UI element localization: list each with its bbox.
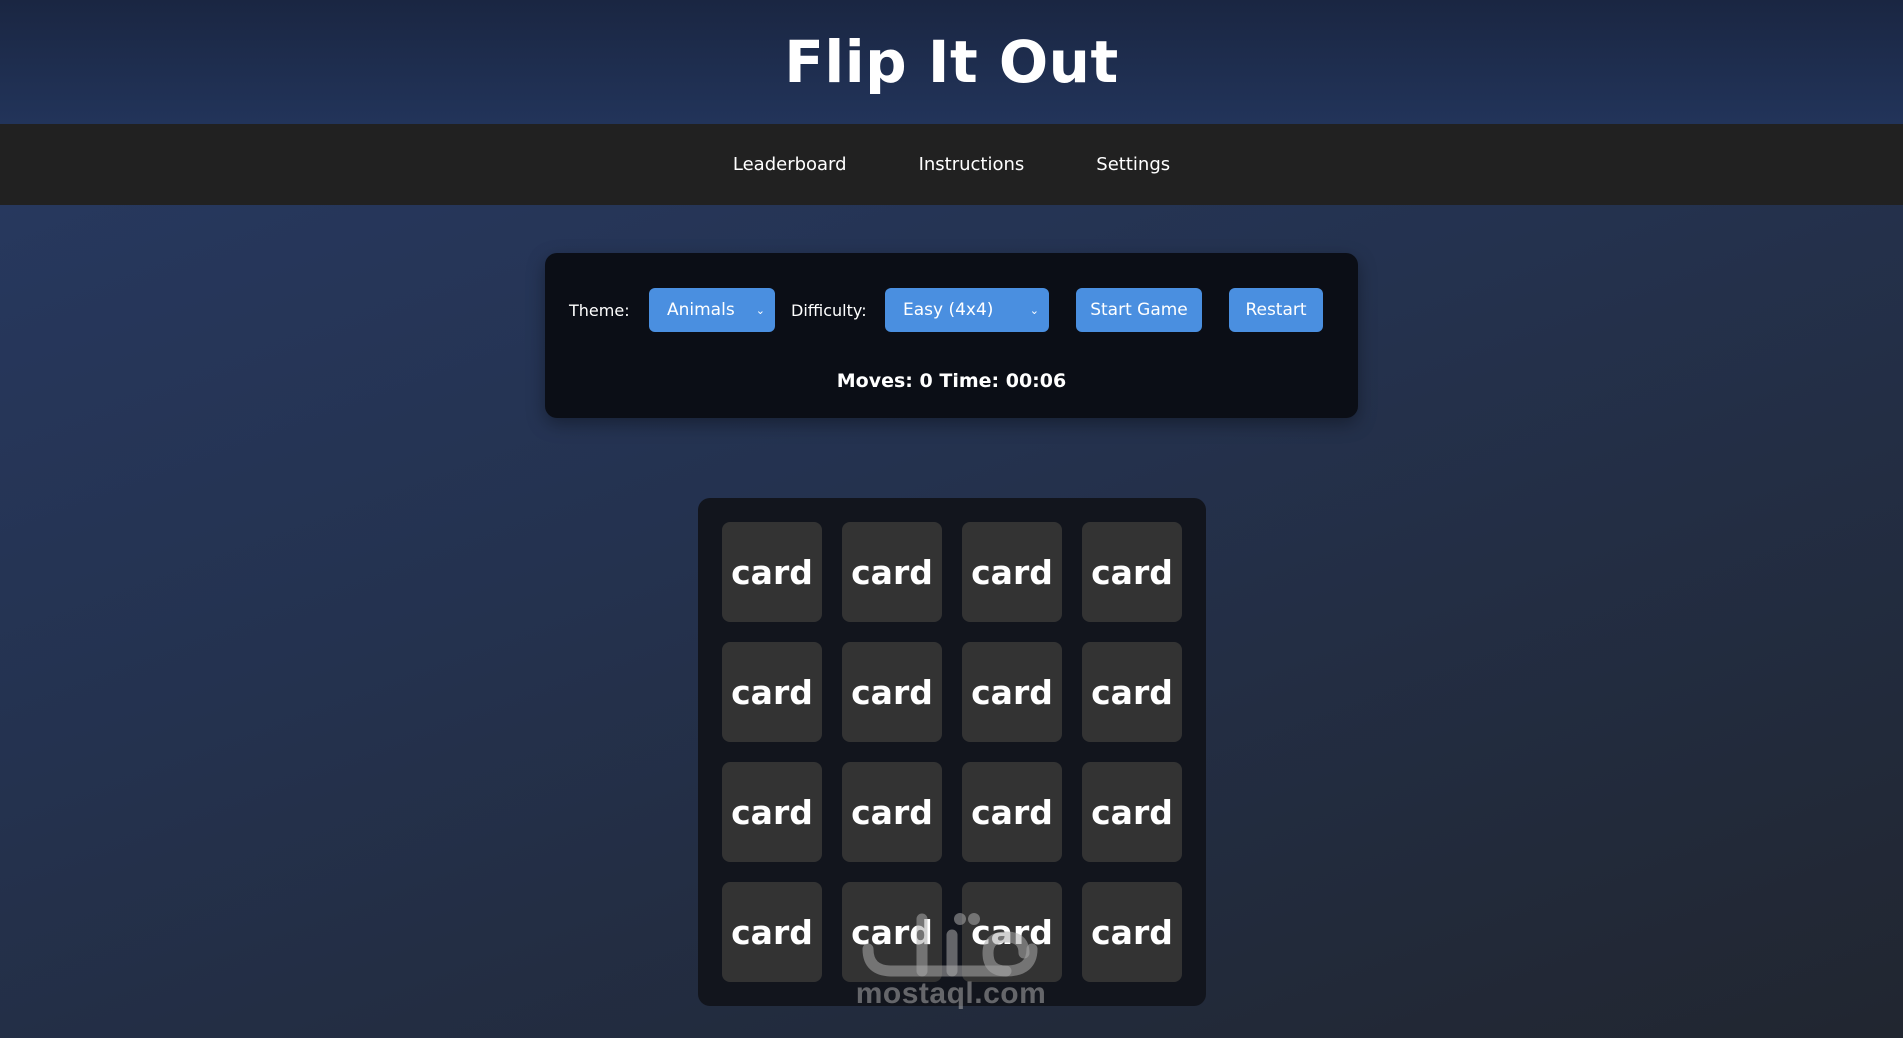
card-tile[interactable]: card	[722, 762, 822, 862]
theme-select-value: Animals	[667, 300, 735, 320]
card-tile[interactable]: card	[1082, 762, 1182, 862]
card-tile[interactable]: card	[962, 642, 1062, 742]
chevron-down-icon: ⌄	[1029, 303, 1039, 317]
page-title: Flip It Out	[784, 28, 1119, 96]
card-tile[interactable]: card	[962, 522, 1062, 622]
card-tile[interactable]: card	[1082, 882, 1182, 982]
card-tile[interactable]: card	[842, 642, 942, 742]
card-board: card card card card card card card card …	[698, 498, 1206, 1006]
app-header: Flip It Out	[0, 0, 1903, 124]
chevron-down-icon: ⌄	[755, 303, 765, 317]
controls-row: Theme: Animals ⌄ Difficulty: Easy (4x4) …	[569, 288, 1323, 332]
theme-label: Theme:	[569, 300, 630, 320]
difficulty-select-value: Easy (4x4)	[903, 300, 994, 320]
start-game-button[interactable]: Start Game	[1076, 288, 1202, 332]
card-tile[interactable]: card	[722, 522, 822, 622]
theme-select[interactable]: Animals ⌄	[649, 288, 775, 332]
card-tile[interactable]: card	[962, 882, 1062, 982]
card-tile[interactable]: card	[722, 882, 822, 982]
nav-settings-link[interactable]: Settings	[1096, 154, 1170, 175]
difficulty-select[interactable]: Easy (4x4) ⌄	[885, 288, 1049, 332]
main-nav: Leaderboard Instructions Settings	[0, 124, 1903, 205]
nav-instructions-link[interactable]: Instructions	[919, 154, 1025, 175]
game-controls-panel: Theme: Animals ⌄ Difficulty: Easy (4x4) …	[545, 253, 1358, 418]
game-stats: Moves: 0 Time: 00:06	[836, 370, 1067, 392]
restart-button[interactable]: Restart	[1229, 288, 1323, 332]
card-tile[interactable]: card	[1082, 642, 1182, 742]
nav-leaderboard-link[interactable]: Leaderboard	[733, 154, 847, 175]
card-tile[interactable]: card	[842, 522, 942, 622]
difficulty-label: Difficulty:	[791, 300, 867, 320]
card-tile[interactable]: card	[722, 642, 822, 742]
card-tile[interactable]: card	[842, 882, 942, 982]
card-tile[interactable]: card	[962, 762, 1062, 862]
card-tile[interactable]: card	[1082, 522, 1182, 622]
card-tile[interactable]: card	[842, 762, 942, 862]
